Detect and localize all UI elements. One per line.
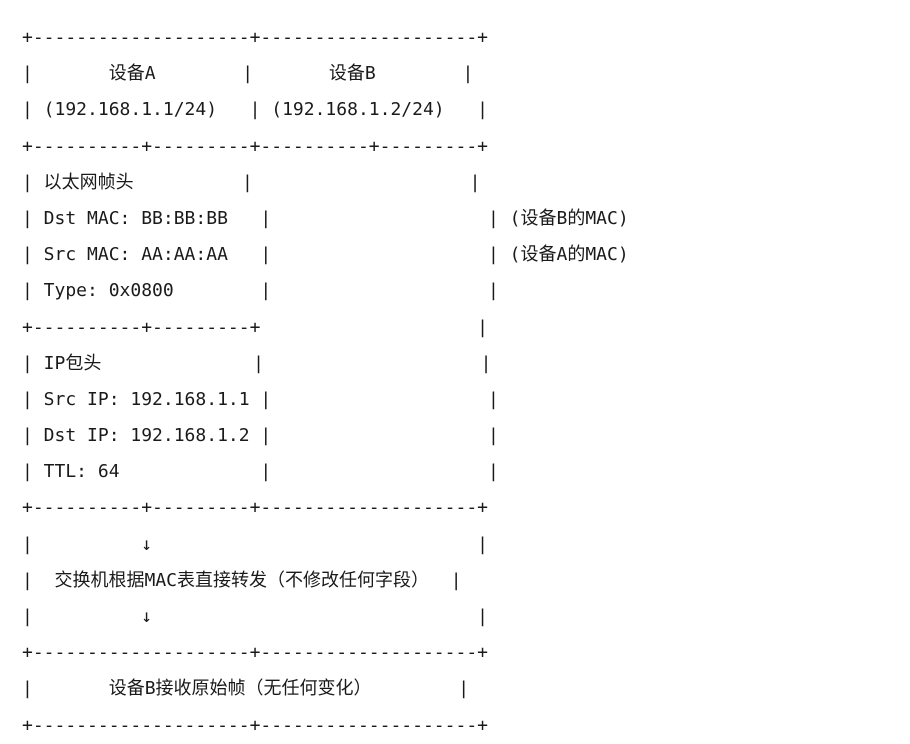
ascii-frame-diagram: +--------------------+------------------… — [22, 20, 629, 744]
diagram-line: | ↓ | — [22, 533, 488, 555]
diagram-line: +----------+---------+ | — [22, 316, 488, 338]
diagram-line: | Dst IP: 192.168.1.2 | | — [22, 425, 499, 447]
diagram-line: | Type: 0x0800 | | — [22, 280, 499, 302]
diagram-line: +--------------------+------------------… — [22, 714, 488, 736]
diagram-line: +--------------------+------------------… — [22, 642, 488, 664]
diagram-line: | (192.168.1.1/24) | (192.168.1.2/24) | — [22, 99, 488, 121]
diagram-line: | 以太网帧头 | | — [22, 171, 481, 193]
diagram-line: +--------------------+------------------… — [22, 27, 488, 48]
diagram-line: | 交换机根据MAC表直接转发（不修改任何字段） | — [22, 569, 462, 591]
diagram-line: | Dst MAC: BB:BB:BB | | (设备B的MAC) — [22, 207, 629, 229]
diagram-line: | IP包头 | | — [22, 352, 492, 374]
diagram-line: | TTL: 64 | | — [22, 461, 499, 483]
diagram-line: | 设备B接收原始帧（无任何变化） | — [22, 678, 470, 700]
diagram-line: +----------+---------+------------------… — [22, 497, 488, 519]
diagram-line: | 设备A | 设备B | — [22, 63, 474, 85]
diagram-line: | Src IP: 192.168.1.1 | | — [22, 388, 499, 410]
diagram-line: +----------+---------+----------+-------… — [22, 135, 488, 157]
diagram-line: | Src MAC: AA:AA:AA | | (设备A的MAC) — [22, 244, 629, 266]
diagram-line: | ↓ | — [22, 606, 488, 627]
